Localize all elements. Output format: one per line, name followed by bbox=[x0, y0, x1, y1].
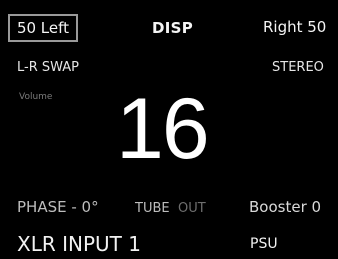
balance-right-button[interactable]: Right 50 bbox=[263, 20, 326, 35]
input-selector[interactable]: XLR INPUT 1 bbox=[17, 234, 141, 254]
stereo-mode-toggle[interactable]: STEREO bbox=[272, 61, 324, 74]
amplifier-display: 50 Left DISP Right 50 L-R SWAP STEREO Vo… bbox=[0, 0, 338, 259]
tube-label[interactable]: TUBE bbox=[135, 202, 170, 215]
booster-setting[interactable]: Booster 0 bbox=[249, 200, 321, 215]
balance-left-button[interactable]: 50 Left bbox=[8, 14, 78, 42]
tube-state[interactable]: OUT bbox=[178, 202, 206, 215]
phase-setting[interactable]: PHASE - 0° bbox=[17, 200, 99, 215]
balance-left-label: 50 Left bbox=[16, 19, 70, 37]
psu-button[interactable]: PSU bbox=[250, 237, 278, 251]
volume-value[interactable]: 16 bbox=[116, 86, 210, 172]
display-button[interactable]: DISP bbox=[152, 21, 193, 36]
volume-label: Volume bbox=[19, 92, 53, 102]
lr-swap-toggle[interactable]: L-R SWAP bbox=[17, 61, 79, 74]
